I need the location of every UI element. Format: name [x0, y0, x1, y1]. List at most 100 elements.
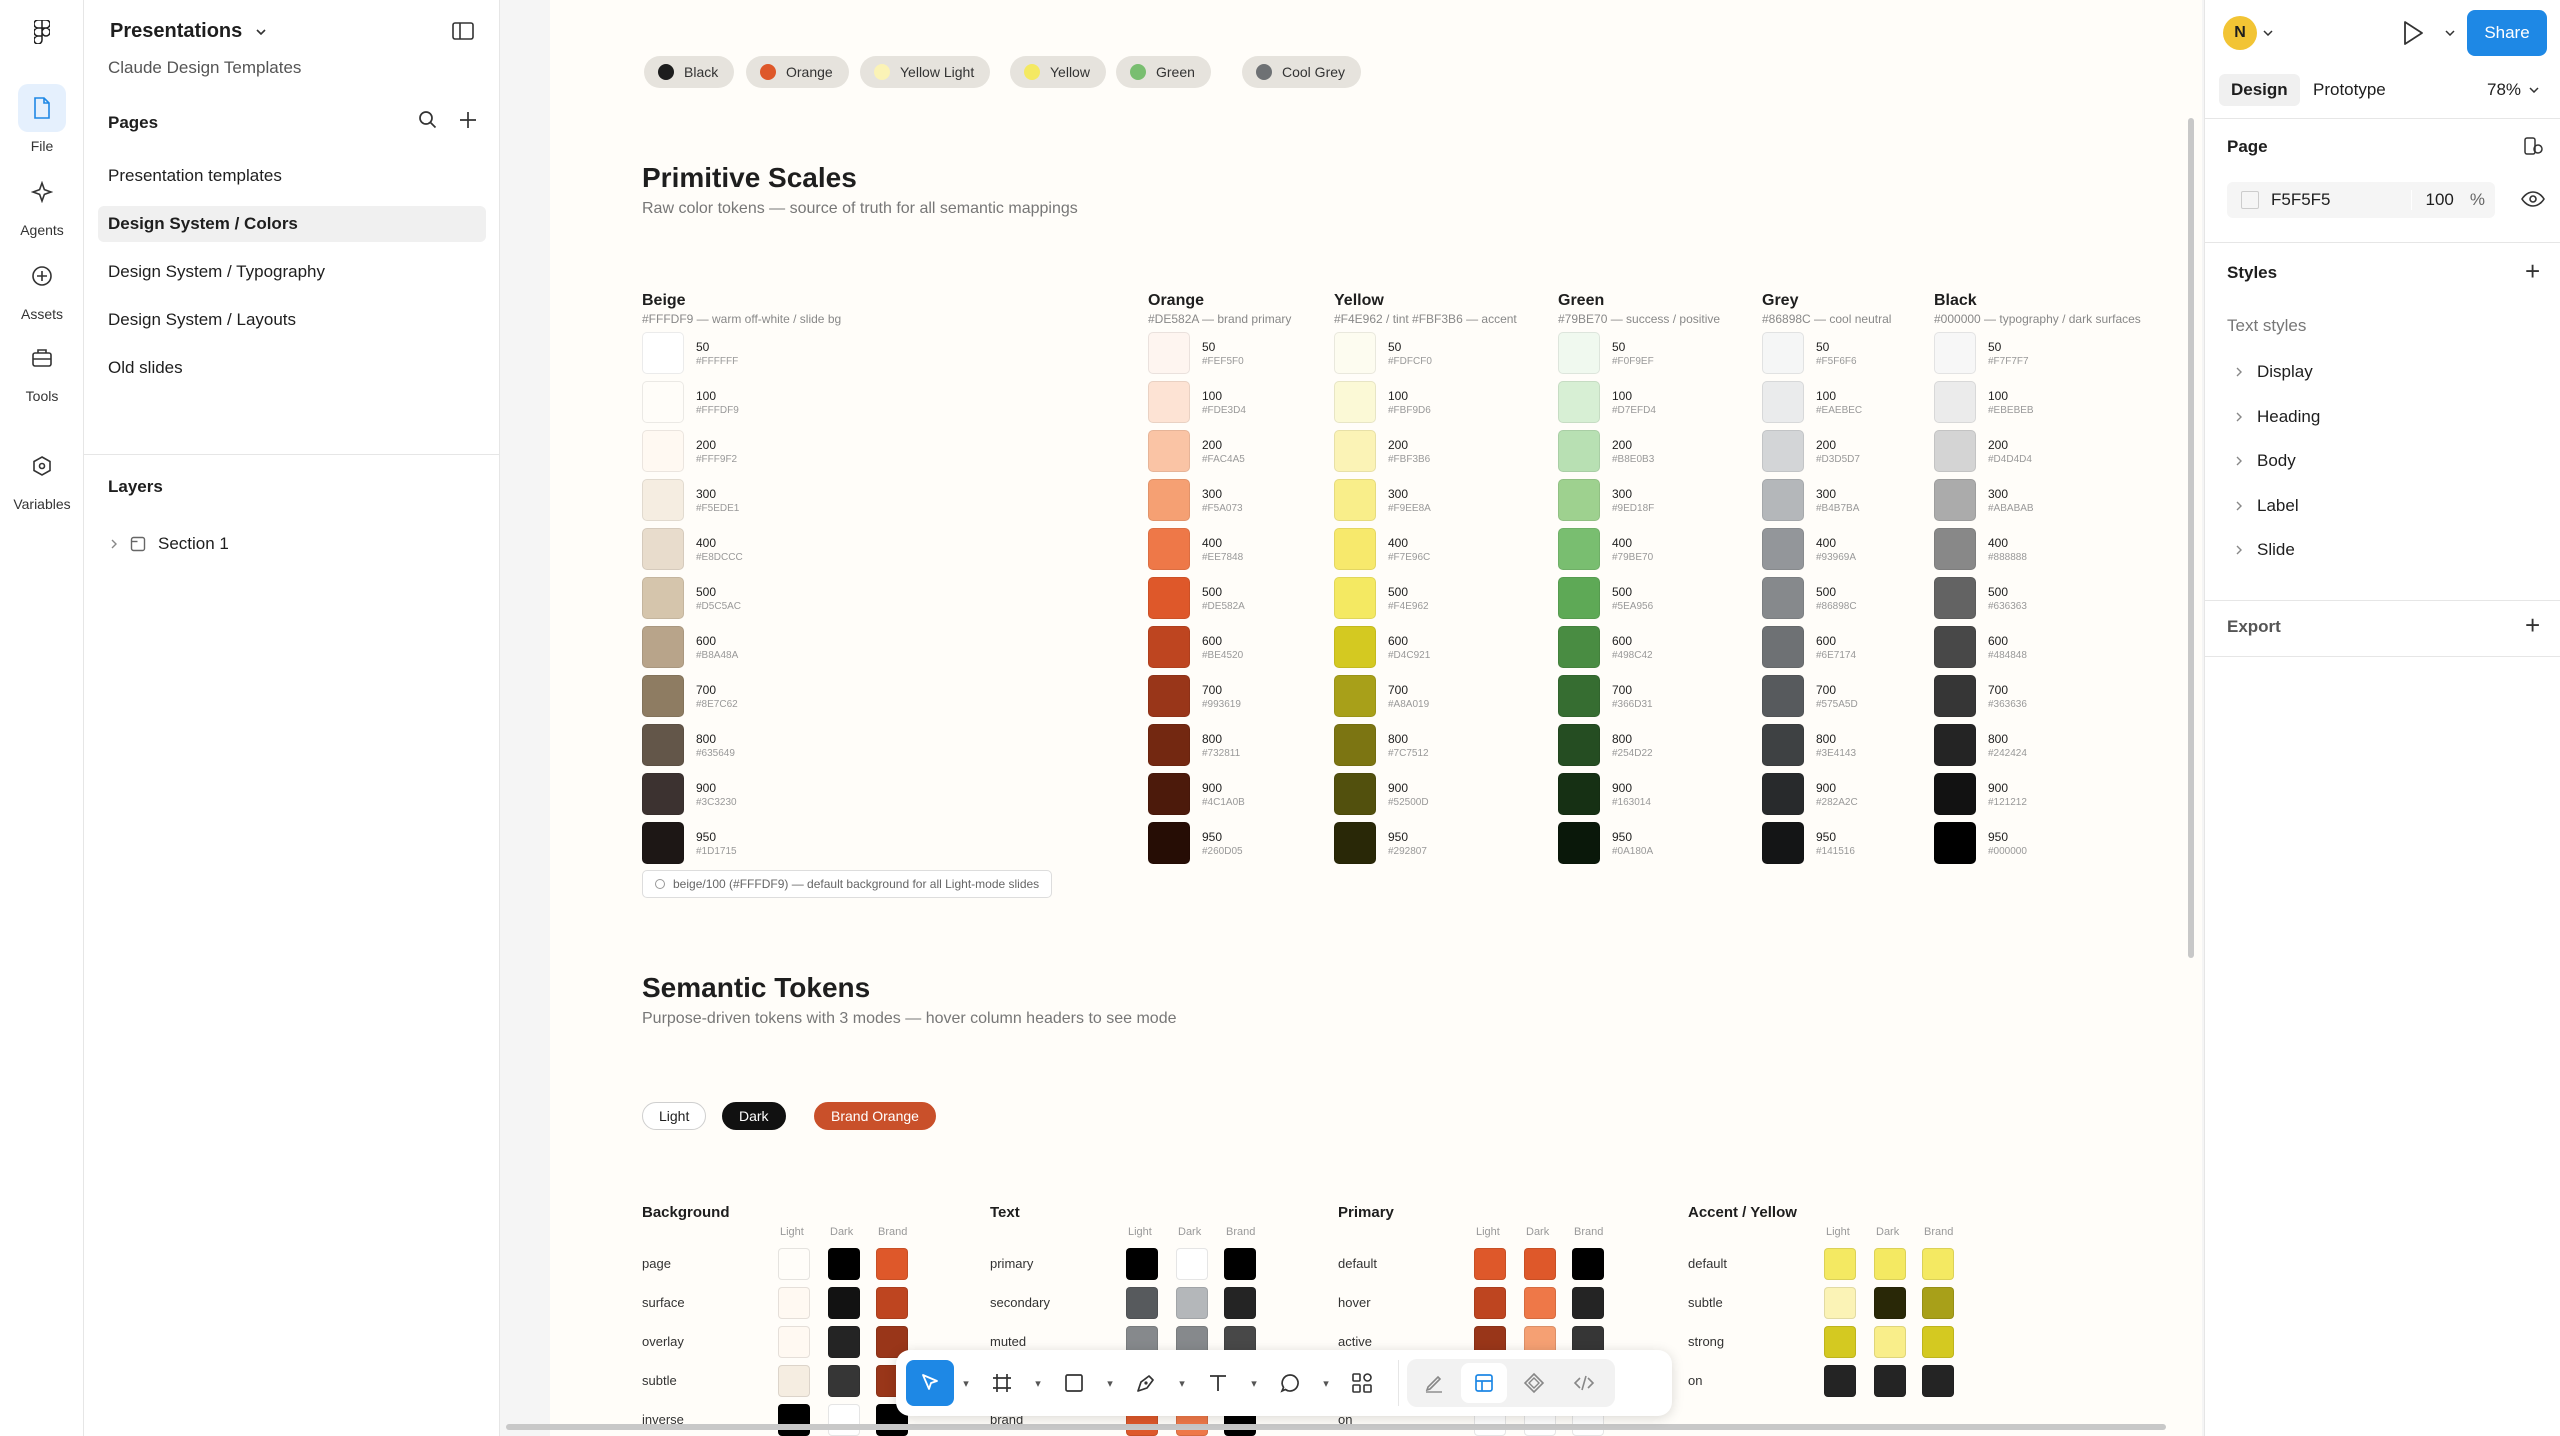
color-swatch[interactable] [1558, 430, 1600, 472]
swatch-row[interactable]: 400 #888888 [1934, 528, 2027, 570]
color-swatch[interactable] [1558, 332, 1600, 374]
color-swatch[interactable] [1148, 528, 1190, 570]
color-swatch[interactable] [1934, 724, 1976, 766]
color-swatch[interactable] [1558, 577, 1600, 619]
swatch-row[interactable]: 700 #993619 [1148, 675, 1241, 717]
color-chip[interactable]: Black [644, 56, 735, 88]
swatch-row[interactable]: 300 #9ED18F [1558, 479, 1654, 521]
add-export-icon[interactable]: + [2525, 612, 2540, 638]
semantic-swatch[interactable] [1224, 1287, 1256, 1319]
swatch-row[interactable]: 700 #8E7C62 [642, 675, 738, 717]
color-swatch[interactable] [1334, 381, 1376, 423]
mode-pill[interactable]: Brand Orange [814, 1102, 936, 1130]
color-swatch[interactable] [1762, 332, 1804, 374]
page-opacity-value[interactable]: 100 [2410, 190, 2454, 210]
semantic-swatch[interactable] [1922, 1326, 1954, 1358]
swatch-row[interactable]: 100 #FDE3D4 [1148, 381, 1246, 423]
semantic-swatch[interactable] [1224, 1248, 1256, 1280]
swatch-row[interactable]: 600 #B8A48A [642, 626, 738, 668]
swatch-row[interactable]: 950 #141516 [1762, 822, 1855, 864]
semantic-swatch[interactable] [1176, 1248, 1208, 1280]
color-chip[interactable]: Green [1116, 56, 1211, 88]
actions-tool-button[interactable] [1338, 1360, 1386, 1406]
swatch-row[interactable]: 800 #732811 [1148, 724, 1240, 766]
semantic-swatch[interactable] [778, 1248, 810, 1280]
color-swatch[interactable] [1558, 822, 1600, 864]
swatch-row[interactable]: 400 #E8DCCC [642, 528, 743, 570]
mode-column-header[interactable]: Light [780, 1226, 804, 1238]
chevron-down-icon[interactable]: ▾ [1174, 1360, 1190, 1406]
color-swatch[interactable] [1148, 773, 1190, 815]
color-swatch[interactable] [1334, 577, 1376, 619]
swatch-row[interactable]: 200 #B8E0B3 [1558, 430, 1654, 472]
color-swatch[interactable] [1934, 381, 1976, 423]
color-swatch[interactable] [1148, 675, 1190, 717]
swatch-row[interactable]: 900 #52500D [1334, 773, 1429, 815]
text-style-item[interactable]: Display [2235, 362, 2313, 382]
color-swatch[interactable] [1762, 577, 1804, 619]
swatch-row[interactable]: 100 #D7EFD4 [1558, 381, 1656, 423]
layer-item[interactable]: Section 1 [110, 534, 229, 554]
frame-tool-button[interactable] [978, 1360, 1026, 1406]
page-settings-icon[interactable] [2523, 136, 2545, 156]
page-item[interactable]: Old slides [98, 350, 486, 386]
rail-variables[interactable]: Variables [0, 442, 84, 512]
search-icon[interactable] [418, 110, 438, 130]
swatch-row[interactable]: 900 #282A2C [1762, 773, 1858, 815]
semantic-swatch[interactable] [1922, 1365, 1954, 1397]
swatch-row[interactable]: 600 #BE4520 [1148, 626, 1243, 668]
semantic-swatch[interactable] [1474, 1248, 1506, 1280]
color-swatch[interactable] [1934, 675, 1976, 717]
swatch-row[interactable]: 900 #3C3230 [642, 773, 737, 815]
share-button[interactable]: Share [2467, 10, 2547, 56]
color-swatch[interactable] [642, 577, 684, 619]
swatch-row[interactable]: 950 #000000 [1934, 822, 2027, 864]
semantic-swatch[interactable] [1874, 1365, 1906, 1397]
semantic-swatch[interactable] [778, 1326, 810, 1358]
color-swatch[interactable] [1148, 822, 1190, 864]
color-swatch[interactable] [642, 430, 684, 472]
color-swatch[interactable] [1148, 724, 1190, 766]
semantic-swatch[interactable] [1126, 1248, 1158, 1280]
swatch-row[interactable]: 500 #DE582A [1148, 577, 1245, 619]
pen-tool-button[interactable] [1122, 1360, 1170, 1406]
swatch-row[interactable]: 500 #5EA956 [1558, 577, 1653, 619]
chevron-down-icon[interactable]: ▾ [1246, 1360, 1262, 1406]
swatch-row[interactable]: 900 #4C1A0B [1148, 773, 1245, 815]
add-style-icon[interactable]: + [2525, 258, 2540, 284]
color-swatch[interactable] [1334, 626, 1376, 668]
dev-mode-button[interactable] [1561, 1363, 1607, 1403]
swatch-row[interactable]: 300 #B4B7BA [1762, 479, 1859, 521]
color-chip[interactable]: Orange [746, 56, 849, 88]
color-swatch[interactable] [642, 773, 684, 815]
semantic-swatch[interactable] [1824, 1287, 1856, 1319]
chevron-right-icon[interactable] [2235, 456, 2243, 466]
swatch-row[interactable]: 300 #F9EE8A [1334, 479, 1431, 521]
swatch-row[interactable]: 800 #3E4143 [1762, 724, 1856, 766]
text-style-item[interactable]: Heading [2235, 407, 2320, 427]
color-swatch[interactable] [1762, 822, 1804, 864]
color-swatch[interactable] [1334, 332, 1376, 374]
semantic-swatch[interactable] [1922, 1248, 1954, 1280]
mode-column-header[interactable]: Light [1826, 1226, 1850, 1238]
add-page-icon[interactable] [458, 110, 478, 130]
semantic-swatch[interactable] [876, 1287, 908, 1319]
color-swatch[interactable] [1558, 724, 1600, 766]
swatch-row[interactable]: 200 #FBF3B6 [1334, 430, 1430, 472]
horizontal-scrollbar[interactable] [506, 1424, 2166, 1430]
swatch-row[interactable]: 400 #EE7848 [1148, 528, 1243, 570]
swatch-row[interactable]: 950 #0A180A [1558, 822, 1653, 864]
color-swatch[interactable] [642, 479, 684, 521]
color-swatch[interactable] [1148, 626, 1190, 668]
semantic-swatch[interactable] [876, 1248, 908, 1280]
semantic-swatch[interactable] [1824, 1326, 1856, 1358]
color-swatch[interactable] [1148, 430, 1190, 472]
page-item[interactable]: Design System / Colors [98, 206, 486, 242]
vertical-scrollbar[interactable] [2188, 118, 2194, 958]
swatch-row[interactable]: 700 #575A5D [1762, 675, 1858, 717]
swatch-row[interactable]: 950 #1D1715 [642, 822, 737, 864]
swatch-row[interactable]: 50 #FDFCF0 [1334, 332, 1432, 374]
swatch-row[interactable]: 300 #ABABAB [1934, 479, 2034, 521]
color-swatch[interactable] [1762, 528, 1804, 570]
chevron-right-icon[interactable] [110, 539, 118, 549]
